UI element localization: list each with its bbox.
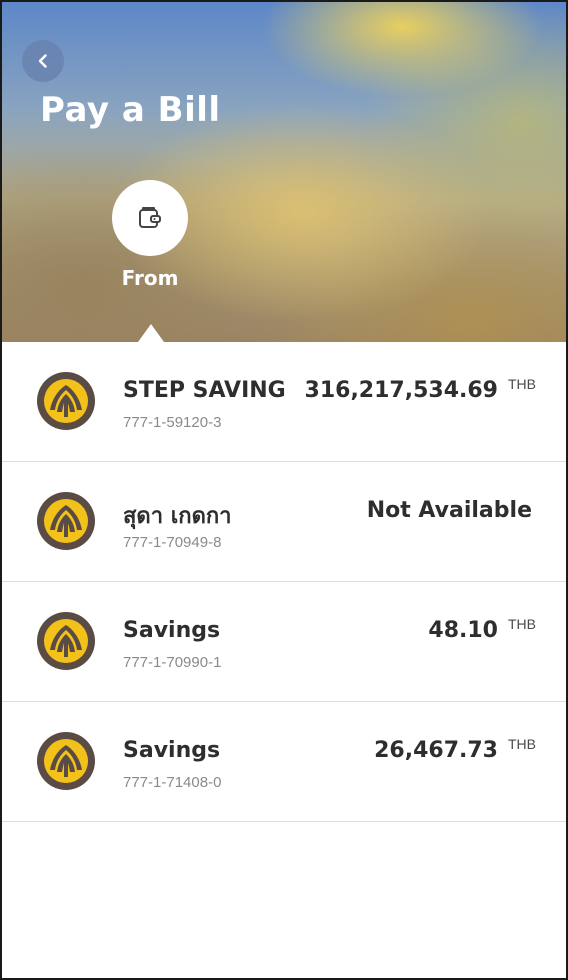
account-list: STEP SAVING 777-1-59120-3 316,217,534.69…: [2, 342, 566, 822]
back-button[interactable]: [22, 40, 64, 82]
account-row[interactable]: Savings 777-1-70990-1 48.10 THB: [2, 582, 566, 702]
chevron-left-icon: [38, 54, 47, 68]
bank-logo-icon: [37, 492, 95, 550]
from-step-circle[interactable]: [112, 180, 188, 256]
account-balance: 316,217,534.69: [304, 378, 498, 403]
account-name: สุดา เกดกา: [123, 504, 232, 529]
bank-logo-icon: [37, 732, 95, 790]
from-step-label: From: [121, 266, 179, 290]
bank-logo-icon: [37, 612, 95, 670]
account-name: Savings: [123, 738, 221, 763]
account-balance: 26,467.73: [374, 738, 498, 763]
account-row[interactable]: Savings 777-1-71408-0 26,467.73 THB: [2, 702, 566, 822]
currency-label: THB: [508, 616, 536, 632]
page-title: Pay a Bill: [40, 90, 221, 130]
step-pointer: [138, 324, 164, 342]
currency-label: THB: [508, 376, 536, 392]
account-number: 777-1-71408-0: [123, 774, 222, 791]
account-number: 777-1-70990-1: [123, 654, 222, 671]
account-number: 777-1-70949-8: [123, 534, 222, 551]
account-status: Not Available: [366, 498, 532, 523]
header-banner: Pay a Bill From: [2, 2, 566, 342]
wallet-icon: [139, 207, 161, 228]
bank-logo-icon: [37, 372, 95, 430]
account-name: Savings: [123, 618, 221, 643]
account-row[interactable]: สุดา เกดกา 777-1-70949-8 Not Available: [2, 462, 566, 582]
currency-label: THB: [508, 736, 536, 752]
account-balance: 48.10: [428, 618, 498, 643]
account-row[interactable]: STEP SAVING 777-1-59120-3 316,217,534.69…: [2, 342, 566, 462]
from-step[interactable]: From: [112, 180, 188, 290]
app-screen: Pay a Bill From STEP SAVING 777-1-59120-…: [0, 0, 568, 980]
account-name: STEP SAVING: [123, 378, 286, 403]
account-number: 777-1-59120-3: [123, 414, 222, 431]
